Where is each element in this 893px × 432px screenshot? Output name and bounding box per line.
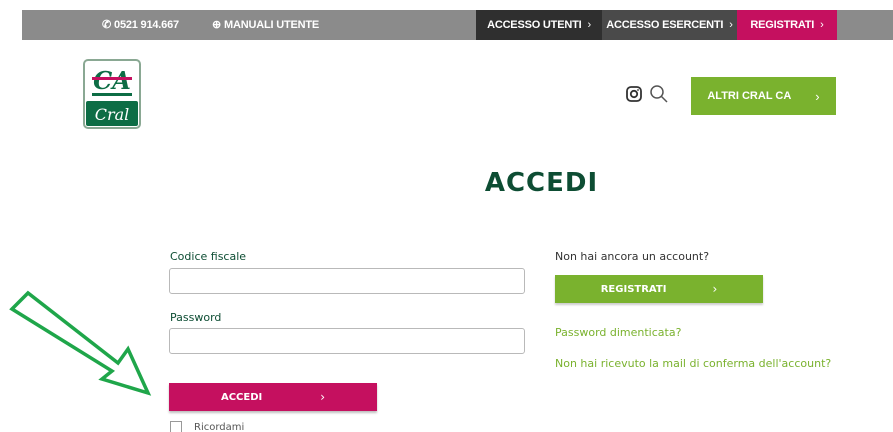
page-title: ACCEDI — [484, 168, 599, 198]
search-icon[interactable] — [649, 84, 669, 104]
top-registrati-label: REGISTRATI — [750, 19, 815, 31]
registrati-button[interactable]: REGISTRATI › — [555, 275, 763, 303]
chevron-right-icon: › — [587, 19, 591, 31]
phone-icon: ✆ — [102, 19, 112, 31]
no-account-text: Non hai ancora un account? — [555, 250, 710, 263]
accedi-label: ACCEDI — [220, 391, 263, 403]
chevron-right-icon: › — [820, 19, 824, 31]
resend-confirmation-link[interactable]: Non hai ricevuto la mail di conferma del… — [555, 357, 831, 370]
remember-me[interactable]: Ricordami — [170, 420, 244, 432]
remember-checkbox[interactable] — [170, 421, 182, 432]
logo-text-top: CA — [93, 66, 131, 95]
password-input[interactable] — [169, 328, 525, 354]
accesso-utenti-button[interactable]: ACCESSO UTENTI › — [476, 10, 602, 40]
phone-number: 0521 914.667 — [114, 19, 179, 31]
cral-logo[interactable]: CA Cral — [83, 59, 141, 129]
top-bar: ✆ 0521 914.667 ⊕ MANUALI UTENTE ACCESSO UT… — [22, 10, 893, 40]
accesso-esercenti-label: ACCESSO ESERCENTI — [606, 19, 724, 31]
accesso-esercenti-button[interactable]: ACCESSO ESERCENTI › — [602, 10, 737, 40]
altri-cral-button[interactable]: ALTRI CRAL CA › — [691, 77, 836, 115]
instagram-icon[interactable] — [626, 86, 642, 102]
chevron-right-icon: › — [320, 390, 326, 404]
chevron-right-icon: › — [712, 282, 718, 296]
password-label: Password — [170, 311, 222, 324]
chevron-right-icon: › — [729, 19, 733, 31]
codice-fiscale-input[interactable] — [169, 268, 525, 294]
accedi-button[interactable]: ACCEDI › — [169, 383, 377, 411]
top-registrati-button[interactable]: REGISTRATI › — [737, 10, 837, 40]
phone-link[interactable]: ✆ 0521 914.667 — [102, 10, 179, 40]
altri-cral-label: ALTRI CRAL CA — [707, 90, 792, 102]
lifebuoy-icon: ⊕ — [212, 19, 222, 31]
registrati-label: REGISTRATI — [600, 283, 667, 295]
codice-fiscale-label: Codice fiscale — [170, 250, 247, 263]
logo-text-bottom: Cral — [95, 105, 130, 124]
arrow-annotation — [9, 290, 152, 396]
manuals-link[interactable]: ⊕ MANUALI UTENTE — [212, 10, 319, 40]
manuals-label: MANUALI UTENTE — [224, 19, 320, 31]
chevron-right-icon: › — [815, 88, 820, 104]
remember-label: Ricordami — [194, 421, 245, 432]
page: ✆ 0521 914.667 ⊕ MANUALI UTENTE ACCESSO UT… — [0, 0, 893, 432]
forgot-password-link[interactable]: Password dimenticata? — [555, 326, 681, 339]
accesso-utenti-label: ACCESSO UTENTI — [487, 19, 582, 31]
